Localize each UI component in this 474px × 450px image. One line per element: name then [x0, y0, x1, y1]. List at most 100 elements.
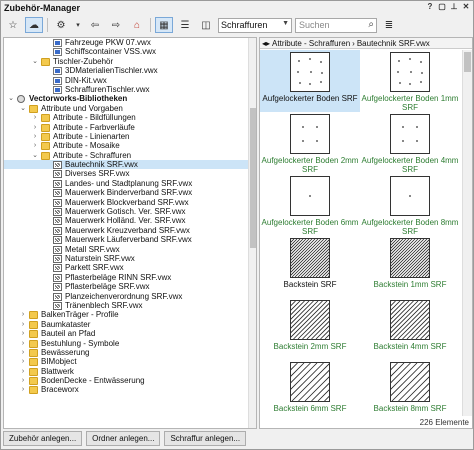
resource-item[interactable]: Backstein 1mm SRF	[352, 236, 460, 298]
tree-item[interactable]: ⌄ Vectorworks-Bibliotheken	[4, 94, 256, 104]
expand-chevron-icon[interactable]: ›	[19, 385, 27, 394]
tree-item[interactable]: ⌄ Tischler-Zubehör	[4, 57, 256, 66]
expand-chevron-icon[interactable]: ›	[19, 367, 27, 376]
breadcrumb-item[interactable]: Bautechnik SRF.vwx	[357, 39, 430, 48]
tree-item[interactable]: Mauerwerk Kreuzverband SRF.vwx	[4, 226, 256, 235]
filter-list-icon[interactable]: ≣	[380, 17, 398, 33]
resource-item[interactable]: Aufgelockerter Boden 2mm SRF	[260, 112, 360, 174]
tree-scrollbar[interactable]	[248, 38, 256, 428]
list-view-icon[interactable]: ☰	[176, 17, 194, 33]
expand-chevron-icon[interactable]: ›	[19, 329, 27, 338]
tree-item[interactable]: Pflasterbeläge RINN SRF.vwx	[4, 273, 256, 282]
close-icon[interactable]: ✕	[461, 2, 471, 12]
create-folder-button[interactable]: Ordner anlegen...	[86, 431, 161, 446]
collapse-chevron-icon[interactable]: ⌄	[31, 57, 39, 66]
tree-item[interactable]: Fahrzeuge PKW 07.vwx	[4, 38, 256, 47]
expand-chevron-icon[interactable]: ›	[19, 376, 27, 385]
collapse-chevron-icon[interactable]: ⌄	[19, 104, 27, 113]
tree-item[interactable]: Metall SRF.vwx	[4, 245, 256, 254]
tree-item[interactable]: ⌄ Attribute - Schraffuren	[4, 151, 256, 160]
tree-item[interactable]: › Blattwerk	[4, 367, 256, 376]
resource-item[interactable]: Aufgelockerter Boden 1mm SRF	[360, 50, 460, 112]
resource-item[interactable]: Backstein 6mm SRF	[260, 360, 363, 416]
folder-icon	[29, 358, 38, 367]
tree-item[interactable]: › BalkenTräger - Profile	[4, 310, 256, 320]
search-icon[interactable]: ⌕	[368, 19, 374, 30]
dock-icon[interactable]: ▢	[437, 2, 447, 12]
resource-item[interactable]: Backstein 8mm SRF	[352, 360, 460, 416]
tree-item[interactable]: › BIMobject	[4, 357, 256, 367]
tree-item[interactable]: Mauerwerk Blockverband SRF.vwx	[4, 198, 256, 207]
gear-icon[interactable]: ⚙	[52, 17, 70, 33]
cloud-icon[interactable]: ☁	[25, 17, 43, 33]
resource-scrollbar[interactable]	[462, 50, 472, 416]
resource-thumbnail	[352, 238, 460, 278]
tree-item-label: Attribute und Vorgaben	[41, 103, 123, 113]
expand-chevron-icon[interactable]: ›	[19, 348, 27, 357]
back-arrow-icon[interactable]: ⇦	[86, 17, 104, 33]
resource-item[interactable]: Backstein 4mm SRF	[352, 298, 460, 360]
split-view-icon[interactable]: ◫	[197, 17, 215, 33]
resource-item[interactable]: Aufgelockerter Boden 8mm SRF	[360, 174, 460, 236]
tree-scrollbar-thumb[interactable]	[250, 108, 256, 248]
resource-item[interactable]: Backstein SRF	[260, 236, 367, 298]
home-icon[interactable]: ⌂	[128, 17, 146, 33]
forward-arrow-icon[interactable]: ⇨	[107, 17, 125, 33]
breadcrumb-item[interactable]: Attribute - Schraffuren	[272, 39, 350, 48]
tree-item[interactable]: › Braceworx	[4, 385, 256, 395]
resource-item[interactable]: Backstein 2mm SRF	[260, 298, 364, 360]
expand-chevron-icon[interactable]: ›	[19, 310, 27, 319]
tree-item[interactable]: › Attribute - Bildfüllungen	[4, 113, 256, 123]
expand-chevron-icon[interactable]: ›	[19, 357, 27, 366]
chevron-down-icon[interactable]: ▾	[73, 17, 83, 33]
tree-item[interactable]: DIN-Kit.vwx	[4, 76, 256, 85]
tree-item[interactable]: › Attribute - Mosaike	[4, 141, 256, 151]
expand-chevron-icon[interactable]: ›	[31, 132, 39, 141]
favorites-star-icon[interactable]: ☆	[4, 17, 22, 33]
tree-item[interactable]: Pflasterbeläge SRF.vwx	[4, 282, 256, 292]
tree-item[interactable]: › Baumkataster	[4, 320, 256, 329]
resource-item[interactable]: Aufgelockerter Boden SRF	[260, 50, 360, 112]
resource-scrollbar-thumb[interactable]	[464, 52, 471, 72]
tree-item[interactable]: 3DMaterialienTischler.vwx	[4, 66, 256, 76]
tree-item[interactable]: Mauerwerk Binderverband SRF.vwx	[4, 188, 256, 198]
grid-view-icon[interactable]: ▦	[155, 17, 173, 33]
tree-item[interactable]: › BodenDecke - Entwässerung	[4, 376, 256, 386]
expand-chevron-icon[interactable]: ›	[19, 339, 27, 348]
search-input[interactable]: Suchen ⌕	[295, 17, 377, 33]
tree-item[interactable]: Tränenblech SRF.vwx	[4, 301, 256, 310]
toolbar-divider	[150, 18, 151, 32]
tree-item[interactable]: Parkett SRF.vwx	[4, 263, 256, 273]
tree-item[interactable]: Bautechnik SRF.vwx	[4, 160, 256, 170]
tree-item[interactable]: Mauerwerk Holländ. Ver. SRF.vwx	[4, 216, 256, 226]
tree-item[interactable]: ⌄ Attribute und Vorgaben	[4, 104, 256, 113]
expand-chevron-icon[interactable]: ›	[19, 320, 27, 329]
expand-chevron-icon[interactable]: ›	[31, 113, 39, 122]
tree-item[interactable]: Diverses SRF.vwx	[4, 169, 256, 179]
tree-item[interactable]: › Bewässerung	[4, 348, 256, 357]
help-icon[interactable]: ?	[425, 2, 435, 12]
create-hatch-button[interactable]: Schraffur anlegen...	[164, 431, 247, 446]
tree-item[interactable]: SchraffurenTischler.vwx	[4, 85, 256, 94]
resource-item[interactable]: Aufgelockerter Boden 6mm SRF	[260, 174, 360, 236]
resource-item[interactable]: Aufgelockerter Boden 4mm SRF	[360, 112, 460, 174]
tree-item[interactable]: Naturstein SRF.vwx	[4, 254, 256, 263]
tree-item[interactable]: Mauerwerk Gotisch. Ver. SRF.vwx	[4, 207, 256, 217]
tree-item[interactable]: › Bauteil an Pfad	[4, 329, 256, 339]
tree-item[interactable]: › Bestuhlung - Symbole	[4, 339, 256, 348]
tree-item[interactable]: › Attribute - Linienarten	[4, 132, 256, 141]
tree-item[interactable]: Schiffscontainer VSS.vwx	[4, 47, 256, 57]
pin-icon[interactable]: ⊥	[449, 2, 459, 12]
collapse-chevron-icon[interactable]: ⌄	[7, 94, 15, 103]
tree-item[interactable]: Mauerwerk Läuferverband SRF.vwx	[4, 235, 256, 245]
collapse-chevron-icon[interactable]: ⌄	[31, 151, 39, 160]
expand-chevron-icon[interactable]: ›	[31, 123, 39, 132]
expand-chevron-icon[interactable]: ›	[31, 141, 39, 150]
category-select[interactable]: Schraffuren ▼	[218, 17, 292, 33]
tree-item[interactable]: Landes- und Stadtplanung SRF.vwx	[4, 179, 256, 188]
create-accessory-button[interactable]: Zubehör anlegen...	[3, 431, 83, 446]
tree-item[interactable]: Planzeichenverordnung SRF.vwx	[4, 292, 256, 301]
breadcrumb: ◂▸ Attribute - Schraffuren › Bautechnik …	[260, 38, 472, 49]
tree-item[interactable]: › Attribute - Farbverläufe	[4, 123, 256, 132]
breadcrumb-nav-icon[interactable]: ◂▸	[262, 39, 270, 48]
